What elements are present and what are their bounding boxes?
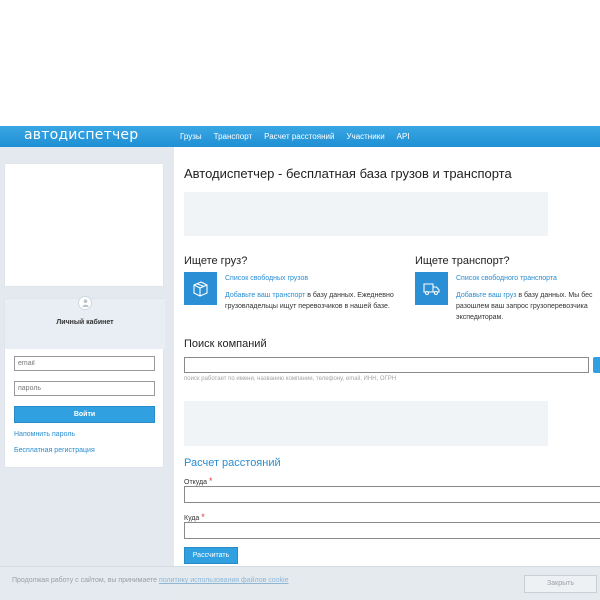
site-logo[interactable]: автодиспетчер — [24, 127, 138, 143]
add-cargo-link[interactable]: Добавьте ваш груз — [456, 292, 516, 299]
nav-item-api[interactable]: API — [397, 126, 410, 147]
transport-list-link: Список свободного транспорта — [456, 273, 557, 284]
nav-item-distance[interactable]: Расчет расстояний — [264, 126, 334, 147]
remind-password-link[interactable]: Напомнить пароль — [14, 431, 75, 438]
transport-section-title: Ищете транспорт? — [415, 255, 510, 267]
company-search-input[interactable] — [184, 357, 589, 373]
login-panel: Личный кабинет Войти Напомнить пароль Бе… — [4, 296, 165, 468]
from-field-label: Откуда * — [184, 476, 213, 486]
free-cargo-list-link[interactable]: Список свободных грузов — [225, 275, 308, 282]
cargo-list-link: Список свободных грузов — [225, 273, 308, 284]
to-required-mark: * — [201, 512, 205, 522]
free-registration-link[interactable]: Бесплатная регистрация — [14, 447, 95, 454]
from-input[interactable] — [184, 486, 600, 503]
from-required-mark: * — [209, 476, 213, 486]
cookie-consent-text: Продолжая работу с сайтом, вы принимаете… — [12, 577, 289, 584]
password-input[interactable] — [14, 381, 155, 396]
main-nav: Грузы Транспорт Расчет расстояний Участн… — [180, 126, 422, 147]
page-title: Автодиспетчер - бесплатная база грузов и… — [184, 166, 512, 181]
free-transport-list-link[interactable]: Список свободного транспорта — [456, 275, 557, 282]
cookie-consent-bar: Продолжая работу с сайтом, вы принимаете… — [0, 566, 600, 600]
cookie-policy-link[interactable]: политику использования файлов cookie — [159, 577, 288, 584]
email-input[interactable] — [14, 356, 155, 371]
nav-item-cargo[interactable]: Грузы — [180, 126, 202, 147]
truck-icon — [415, 272, 448, 305]
add-transport-link[interactable]: Добавьте ваш транспорт — [225, 292, 305, 299]
to-input[interactable] — [184, 522, 600, 539]
nav-item-transport[interactable]: Транспорт — [214, 126, 252, 147]
calculate-button[interactable]: Рассчитать — [184, 547, 238, 564]
cargo-description: Добавьте ваш транспорт в базу данных. Еж… — [225, 290, 410, 312]
ad-placeholder-middle — [184, 401, 548, 446]
transport-description: Добавьте ваш груз в базу данных. Мы бес … — [456, 290, 600, 323]
cookie-close-button[interactable]: Закрыть — [524, 575, 597, 593]
ad-placeholder-top — [184, 192, 548, 236]
user-avatar-icon — [78, 296, 92, 310]
company-search-hint: поиск работает по имени, названию компан… — [184, 376, 397, 382]
top-navigation-bar: автодиспетчер Грузы Транспорт Расчет рас… — [0, 126, 600, 147]
to-field-label: Куда * — [184, 512, 205, 522]
cookie-text: Продолжая работу с сайтом, вы принимаете — [12, 577, 160, 584]
cargo-section-title: Ищете груз? — [184, 255, 248, 267]
cargo-box-icon — [184, 272, 217, 305]
page: автодиспетчер Грузы Транспорт Расчет рас… — [0, 0, 600, 600]
login-panel-title: Личный кабинет — [56, 319, 114, 326]
company-search-button[interactable] — [593, 357, 600, 373]
company-search-title: Поиск компаний — [184, 338, 267, 350]
login-button[interactable]: Войти — [14, 406, 155, 423]
distance-calc-title: Расчет расстояний — [184, 457, 281, 469]
sidebar-ad-placeholder — [4, 163, 164, 287]
nav-item-members[interactable]: Участники — [346, 126, 384, 147]
to-label-text: Куда — [184, 515, 200, 522]
from-label-text: Откуда — [184, 479, 208, 486]
